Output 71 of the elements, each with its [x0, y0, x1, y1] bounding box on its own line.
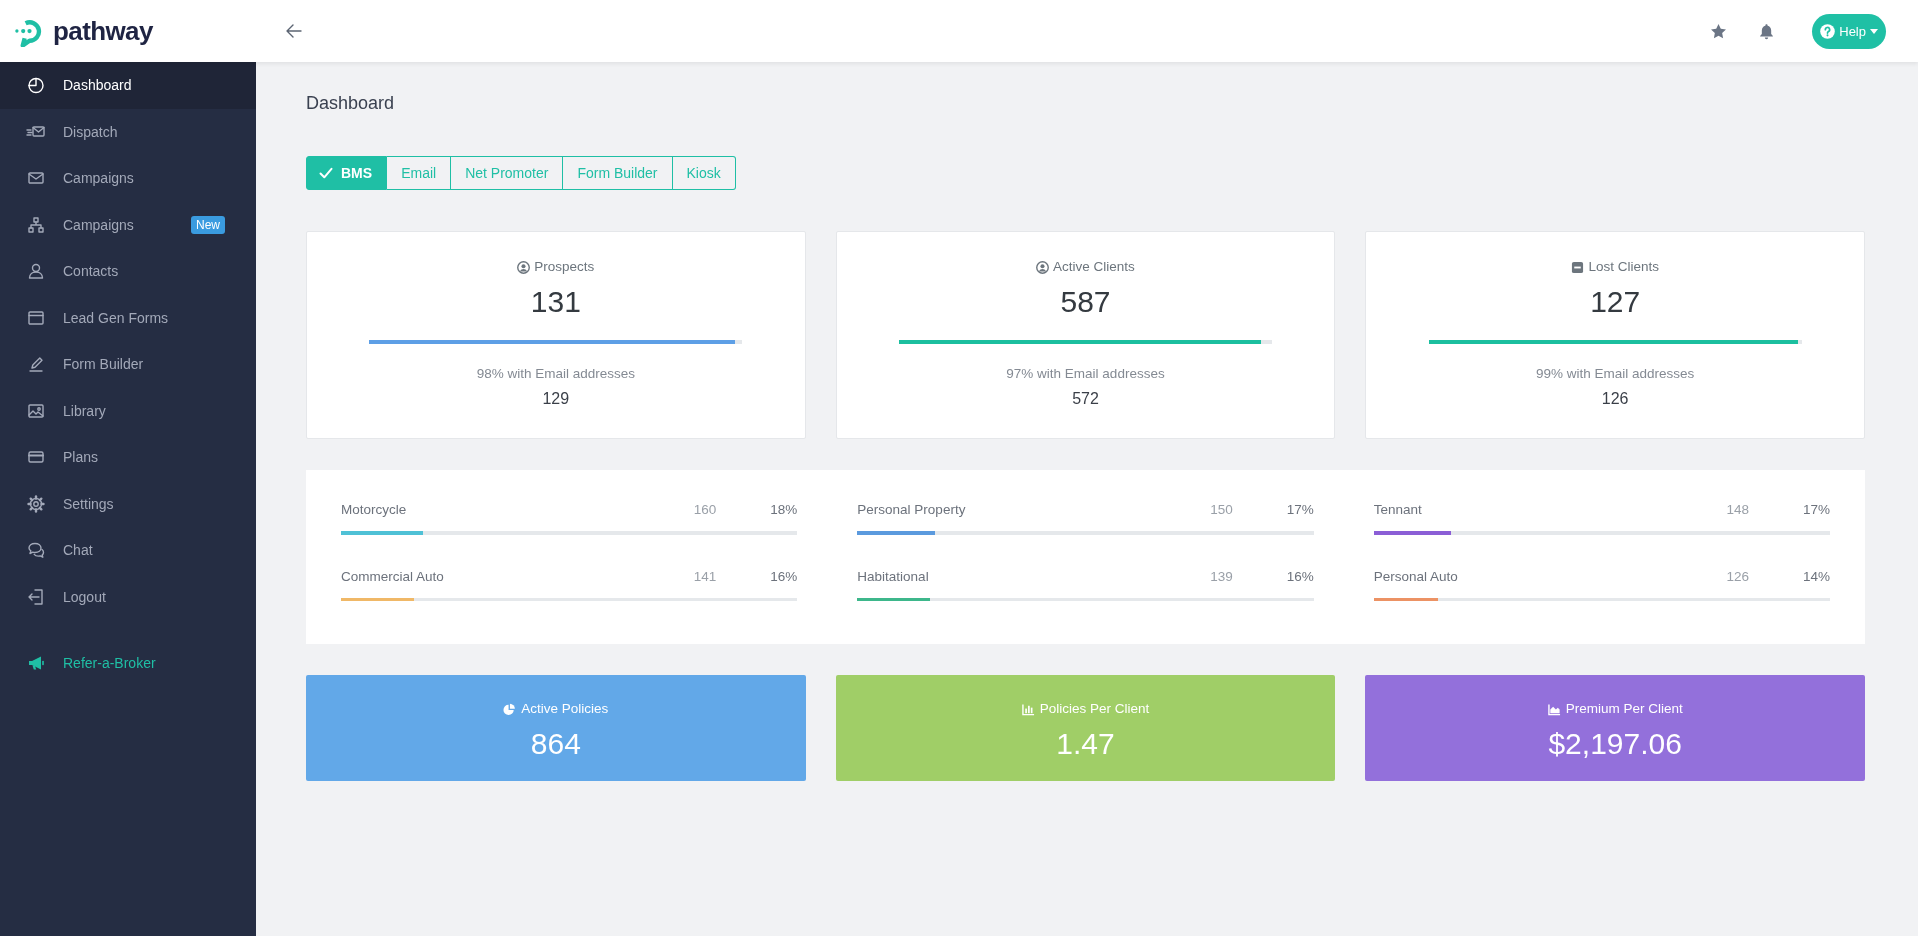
exit-door-icon	[26, 586, 46, 607]
sidebar-item[interactable]: Lead Gen Forms	[0, 294, 256, 341]
category-count: 139	[1210, 568, 1233, 585]
category-name: Commercial Auto	[341, 568, 445, 585]
page-title: Dashboard	[306, 92, 395, 114]
category-count: 148	[1726, 502, 1749, 518]
star-icon[interactable]	[1710, 22, 1728, 40]
stat-value: 127	[1590, 284, 1641, 320]
sidebar-item[interactable]: Dispatch	[0, 108, 256, 155]
caret-icon	[1870, 28, 1878, 34]
user-icon	[26, 261, 46, 282]
sitemap-icon	[26, 214, 46, 235]
stat-title: Active Clients	[1053, 258, 1135, 276]
category-percent: 16%	[1285, 568, 1314, 585]
category-name: Habitational	[857, 568, 930, 585]
chat-bubbles-icon	[26, 540, 46, 561]
pie-chart-icon	[26, 75, 46, 96]
metric-title: Policies Per Client	[1039, 700, 1150, 718]
category-name: Personal Property	[857, 502, 967, 518]
email-coverage-text: 98% with Email addresses	[476, 366, 635, 382]
metric-value: 1.47	[1056, 726, 1115, 762]
category-name: Tennant	[1373, 502, 1423, 518]
category-percent: 18%	[769, 502, 798, 518]
brand-name: pathway	[53, 15, 153, 47]
sidebar-link[interactable]: Refer-a-Broker	[0, 640, 256, 687]
user-circle-icon	[517, 260, 531, 274]
minus-square-icon	[1571, 260, 1585, 274]
sidebar-item[interactable]: Campaigns New	[0, 201, 256, 248]
new-badge: New	[191, 215, 225, 234]
email-count: 572	[1072, 389, 1099, 409]
metric-value: 864	[530, 726, 581, 762]
back-arrow-icon[interactable]	[285, 22, 303, 40]
category-name: Motorcycle	[341, 502, 408, 518]
sidebar-item[interactable]: Contacts	[0, 248, 256, 295]
sidebar-item[interactable]: Logout	[0, 573, 256, 620]
sidebar-item[interactable]: Settings	[0, 480, 256, 527]
sidebar-item[interactable]: Dashboard	[0, 62, 256, 109]
stat-value: 131	[530, 284, 581, 320]
category-count: 160	[693, 502, 717, 518]
metric-title: Premium Per Client	[1565, 700, 1683, 718]
user-circle-icon	[1036, 260, 1050, 274]
category-percent: 17%	[1285, 502, 1314, 518]
email-count: 129	[542, 389, 570, 409]
category-name: Personal Auto	[1373, 568, 1459, 585]
metric-value: $2,197.06	[1548, 726, 1682, 762]
pencil-icon	[26, 354, 46, 375]
question-icon	[1820, 23, 1836, 39]
email-coverage-text: 97% with Email addresses	[1006, 366, 1165, 382]
stat-title: Prospects	[534, 258, 595, 276]
category-count: 141	[693, 568, 717, 585]
metric-title: Active Policies	[521, 700, 609, 718]
stat-title: Lost Clients	[1588, 258, 1659, 276]
bar-chart-icon	[1021, 702, 1035, 716]
stat-value: 587	[1060, 284, 1111, 320]
bell-icon[interactable]	[1758, 22, 1776, 40]
email-count: 126	[1601, 389, 1629, 409]
check-icon	[319, 167, 333, 179]
pie-chart-icon	[503, 702, 517, 716]
sidebar-item[interactable]: Library	[0, 387, 256, 434]
sidebar-item[interactable]: Plans	[0, 434, 256, 481]
sidebar-item[interactable]: Campaigns	[0, 155, 256, 202]
category-percent: 14%	[1801, 568, 1830, 585]
category-count: 150	[1210, 502, 1233, 518]
area-chart-icon	[1547, 702, 1561, 716]
sidebar-item[interactable]: Form Builder	[0, 341, 256, 388]
category-percent: 16%	[769, 568, 798, 585]
email-coverage-text: 99% with Email addresses	[1536, 366, 1695, 382]
sidebar-item[interactable]: Chat	[0, 527, 256, 574]
gear-icon	[26, 493, 46, 514]
category-count: 126	[1726, 568, 1749, 585]
category-percent: 17%	[1801, 502, 1830, 518]
